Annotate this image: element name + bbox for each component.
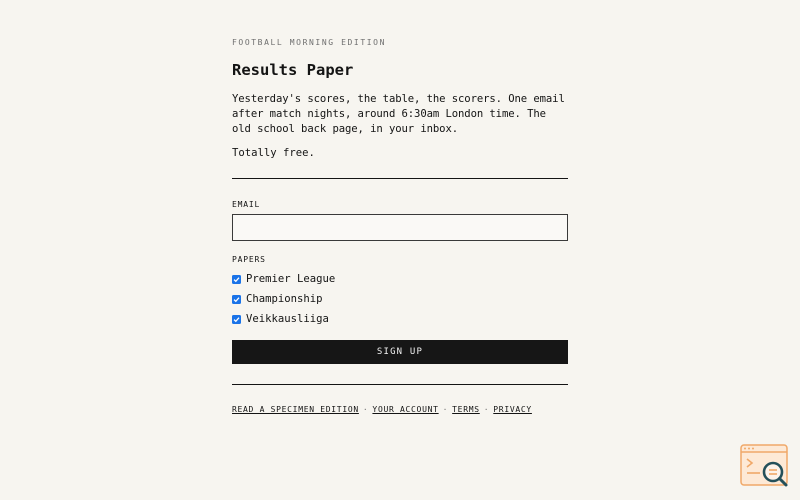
terms-link[interactable]: TERMS xyxy=(452,405,480,414)
paper-label: Championship xyxy=(246,293,323,305)
free-note: Totally free. xyxy=(232,147,315,159)
specimen-edition-link[interactable]: READ A SPECIMEN EDITION xyxy=(232,405,359,414)
divider-bottom xyxy=(232,384,568,385)
site-search-badge-icon[interactable] xyxy=(740,444,790,488)
papers-label: PAPERS xyxy=(232,255,266,264)
paper-option-veikkausliiga[interactable]: Veikkausliiga xyxy=(232,309,568,329)
page: FOOTBALL MORNING EDITION Results Paper Y… xyxy=(0,0,800,500)
page-title: Results Paper xyxy=(232,61,354,79)
privacy-link[interactable]: PRIVACY xyxy=(493,405,532,414)
divider-top xyxy=(232,178,568,179)
footer-separator: · xyxy=(483,405,490,414)
footer-links: READ A SPECIMEN EDITION · YOUR ACCOUNT · TER… xyxy=(232,405,568,415)
checkbox-premier-league[interactable] xyxy=(232,274,241,284)
footer-separator: · xyxy=(362,405,369,414)
paper-option-championship[interactable]: Championship xyxy=(232,289,568,309)
paper-label: Premier League xyxy=(246,273,336,285)
email-label: EMAIL xyxy=(232,200,261,209)
sign-up-button[interactable]: SIGN UP xyxy=(232,340,568,364)
signup-column: FOOTBALL MORNING EDITION Results Paper Y… xyxy=(232,38,568,415)
checkbox-championship[interactable] xyxy=(232,294,241,304)
checkmark-icon xyxy=(233,316,240,322)
paper-label: Veikkausliiga xyxy=(246,313,329,325)
checkmark-icon xyxy=(233,276,240,282)
kicker: FOOTBALL MORNING EDITION xyxy=(232,38,386,47)
paper-option-premier-league[interactable]: Premier League xyxy=(232,269,568,289)
lede-text: Yesterday's scores, the table, the score… xyxy=(232,93,565,135)
your-account-link[interactable]: YOUR ACCOUNT xyxy=(372,405,438,414)
checkmark-icon xyxy=(233,296,240,302)
footer-separator: · xyxy=(442,405,449,414)
email-field[interactable] xyxy=(232,214,568,241)
checkbox-veikkausliiga[interactable] xyxy=(232,314,241,324)
